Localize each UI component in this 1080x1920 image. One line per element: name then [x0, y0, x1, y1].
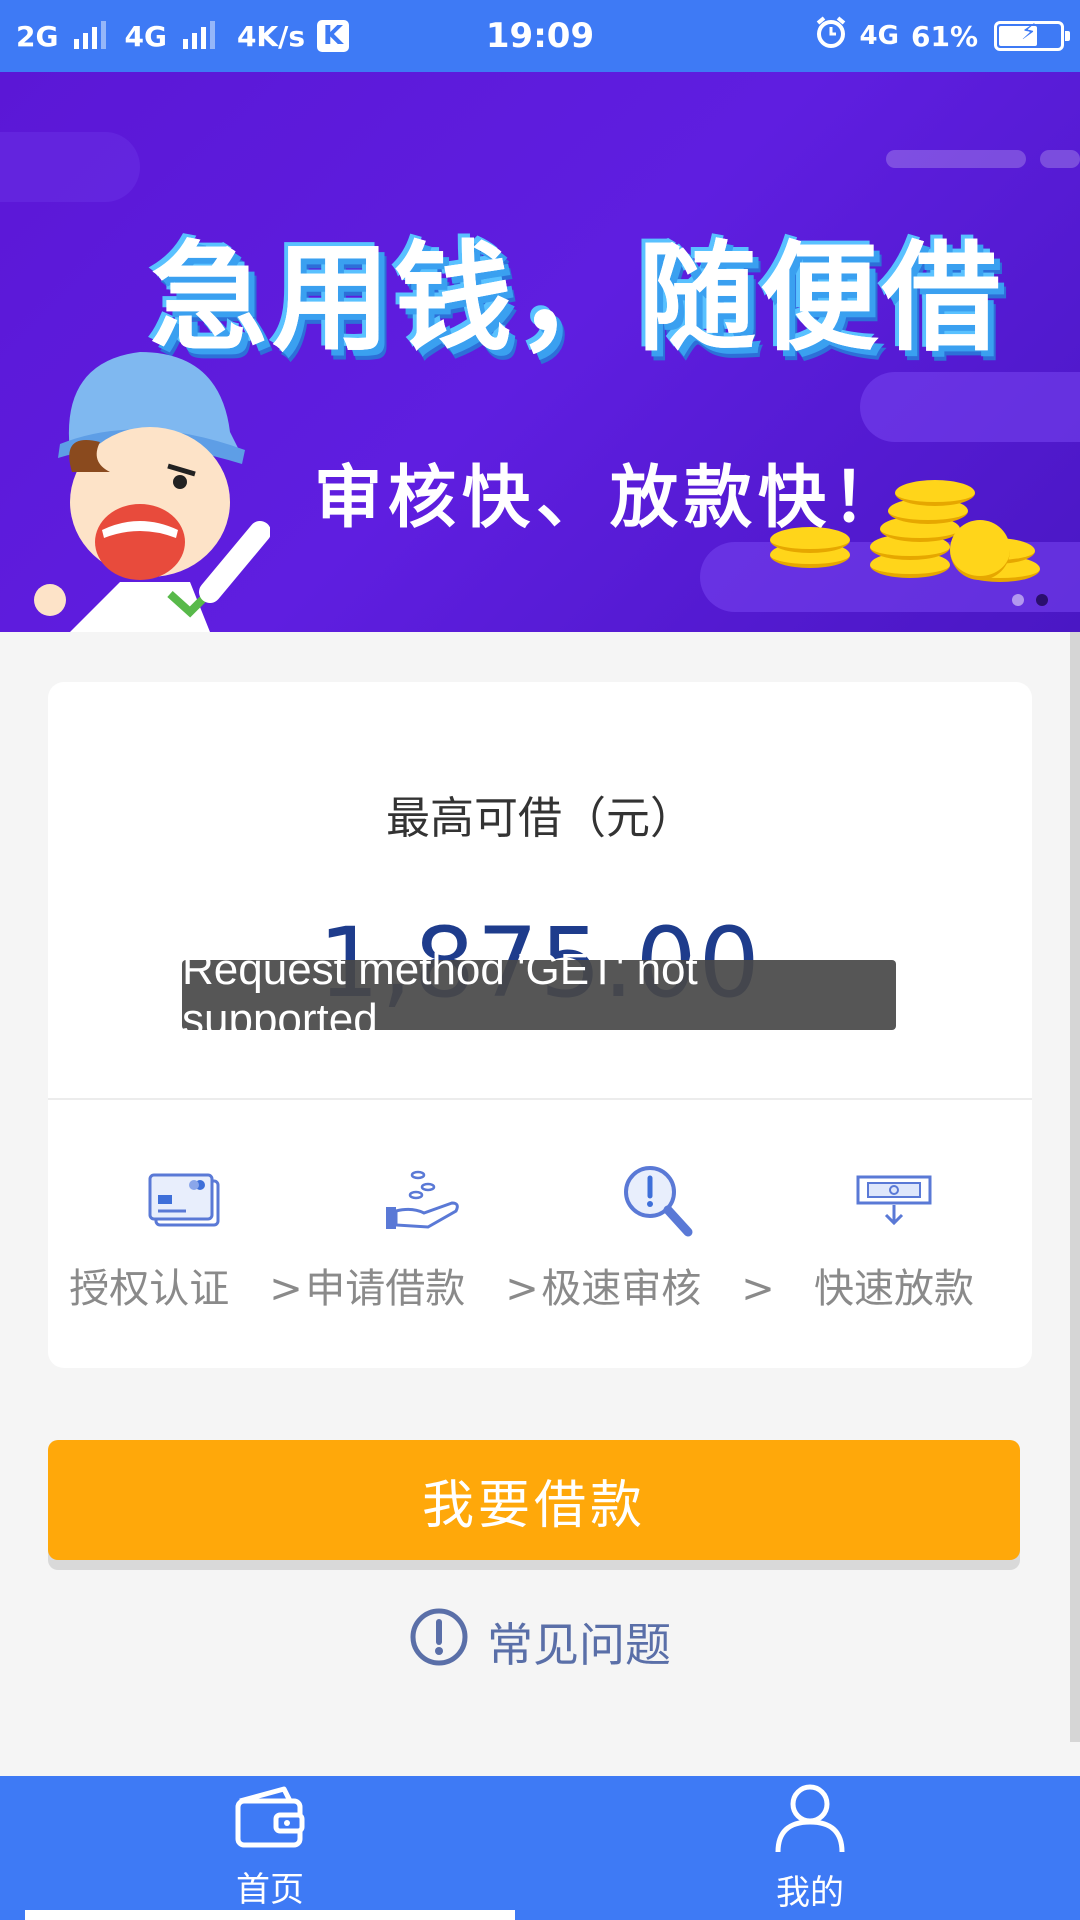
network-label-3: 4G	[859, 21, 899, 51]
step-apply: 申请借款 >	[304, 1162, 540, 1322]
carousel-dot[interactable]	[1012, 594, 1024, 606]
step-label: 极速审核 >	[541, 1266, 775, 1312]
net-speed: 4K/s	[236, 19, 306, 53]
status-right: 4G 61% ⚡	[594, 15, 1071, 57]
battery-percent: 61%	[910, 19, 979, 53]
active-tab-indicator	[25, 1910, 515, 1920]
promo-banner[interactable]: 急用钱，随便借 审核快、放款快！	[0, 72, 1080, 632]
step-disburse: 快速放款	[776, 1162, 1012, 1322]
banner-cloud	[860, 372, 1080, 442]
max-borrow-label: 最高可借（元）	[386, 793, 694, 844]
network-label-2: 4G	[124, 19, 167, 53]
banner-decoration	[1040, 150, 1080, 168]
banner-title: 急用钱，随便借	[150, 229, 1005, 367]
banner-cloud	[0, 132, 140, 202]
signal-icon	[74, 21, 107, 49]
tab-home-label: 首页	[236, 1870, 304, 1910]
hand-coins-icon	[382, 1162, 462, 1242]
faq-link[interactable]: 常见问题	[0, 1608, 1080, 1674]
banner-decoration	[886, 150, 1026, 168]
atm-cash-icon	[854, 1162, 934, 1242]
bottom-nav: 首页 我的	[0, 1776, 1080, 1920]
user-icon	[772, 1782, 848, 1863]
credit-card-icon	[146, 1162, 226, 1242]
magnifier-alert-icon	[618, 1162, 698, 1242]
scrollbar[interactable]	[1070, 632, 1080, 1742]
step-review: 极速审核 >	[540, 1162, 776, 1322]
step-label: 快速放款	[814, 1266, 974, 1312]
error-toast: Request method 'GET' not supported	[182, 945, 896, 1044]
battery-icon: ⚡	[994, 20, 1071, 51]
network-label: 2G	[16, 19, 59, 53]
carousel-dot-active[interactable]	[1036, 594, 1048, 606]
status-time: 19:09	[485, 16, 595, 56]
divider	[48, 1098, 1032, 1100]
carousel-dots	[1012, 594, 1048, 606]
signal-icon-2	[182, 21, 215, 49]
mascot-illustration	[30, 332, 271, 632]
step-authorize: 授权认证 >	[68, 1162, 304, 1322]
status-bar: 2G 4G 4K/s K 19:09 4G 61% ⚡	[0, 0, 1080, 72]
tab-mine-label: 我的	[776, 1873, 844, 1913]
k-app-icon: K	[317, 20, 350, 52]
process-steps: 授权认证 > 申请借款 > 极速审核 > 快速放款	[48, 1162, 1032, 1322]
step-label: 授权认证 >	[69, 1266, 303, 1312]
wallet-icon	[232, 1785, 308, 1860]
banner-subtitle: 审核快、放款快！	[314, 459, 907, 538]
exclamation-circle-icon	[409, 1607, 469, 1678]
faq-label: 常见问题	[487, 1618, 671, 1672]
tab-mine[interactable]: 我的	[540, 1776, 1080, 1920]
tab-home[interactable]: 首页	[0, 1776, 540, 1920]
alarm-icon	[814, 15, 848, 57]
status-left: 2G 4G 4K/s K	[16, 20, 486, 53]
borrow-button[interactable]: 我要借款	[48, 1440, 1020, 1560]
step-label: 申请借款 >	[305, 1266, 539, 1312]
